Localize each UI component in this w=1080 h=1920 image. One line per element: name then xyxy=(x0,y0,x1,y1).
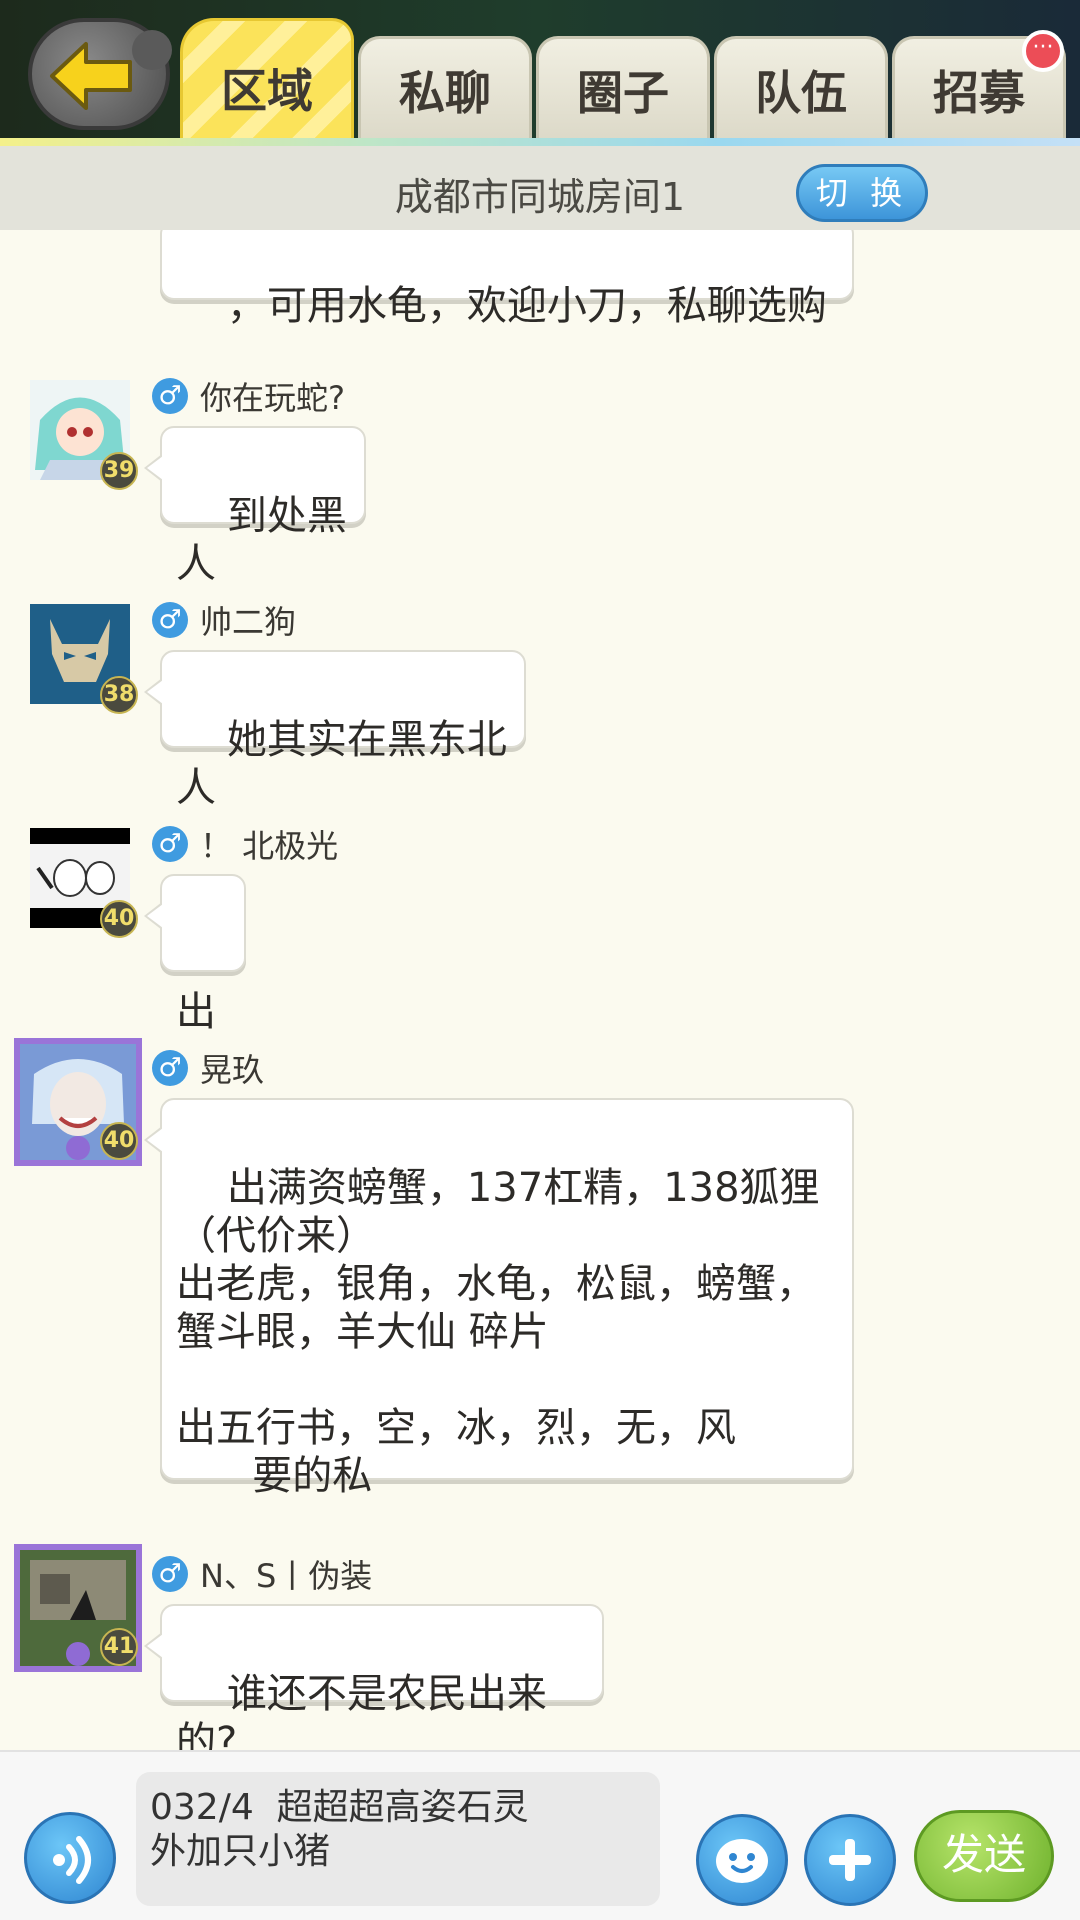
male-icon: ♂ xyxy=(152,378,188,414)
tab-label: 招募 xyxy=(933,65,1025,120)
message-text: 她其实在黑东北人 xyxy=(176,717,507,811)
level-badge: 41 xyxy=(100,1628,138,1666)
male-icon: ♂ xyxy=(152,1050,188,1086)
message-bubble[interactable]: ，可用水龟，欢迎小刀，私聊选购 xyxy=(160,230,854,329)
sender-row: ♂ 你在玩蛇? xyxy=(152,373,345,419)
switch-room-button[interactable]: 切 换 xyxy=(796,164,928,222)
top-nav-bar: 区域 私聊 圈子 队伍 招募 ··· xyxy=(0,0,1080,140)
message-text: 出满资螃蟹，137杠精，138狐狸 （代价来） 出老虎，银角，水龟，松鼠，螃蟹，… xyxy=(176,1165,820,1499)
message-text: 谁还不是农民出来的? xyxy=(176,1671,547,1750)
sender-row: ♂ 帅二狗 xyxy=(152,597,296,643)
male-icon: ♂ xyxy=(152,826,188,862)
sender-name[interactable]: 你在玩蛇? xyxy=(200,373,345,419)
tab-label: 私聊 xyxy=(399,65,491,120)
add-attachment-button[interactable] xyxy=(804,1814,896,1906)
message-bubble[interactable]: 谁还不是农民出来的? xyxy=(144,1604,604,1750)
tab-label: 队伍 xyxy=(755,65,847,120)
message-bubble[interactable]: 出满资螃蟹，137杠精，138狐狸 （代价来） 出老虎，银角，水龟，松鼠，螃蟹，… xyxy=(144,1098,854,1499)
tab-region[interactable]: 区域 xyxy=(180,18,354,140)
tab-team[interactable]: 队伍 xyxy=(714,36,888,140)
notification-badge: ··· xyxy=(1022,30,1064,72)
composer-bar: 发送 xyxy=(0,1750,1080,1920)
tab-label: 圈子 xyxy=(577,65,669,120)
tab-private-chat[interactable]: 私聊 xyxy=(358,36,532,140)
back-button[interactable] xyxy=(28,18,172,130)
male-icon: ♂ xyxy=(152,1556,188,1592)
sender-row: ♂ N、S丨伪装 xyxy=(152,1551,372,1597)
sender-name[interactable]: ！ 北极光 xyxy=(200,821,338,867)
message-text: 到处黑人 xyxy=(176,493,347,587)
message-input[interactable] xyxy=(136,1772,660,1906)
tab-circle[interactable]: 圈子 xyxy=(536,36,710,140)
emoji-button[interactable] xyxy=(696,1814,788,1906)
tab-label: 区域 xyxy=(221,63,313,118)
sender-name[interactable]: N、S丨伪装 xyxy=(200,1551,372,1597)
header-divider xyxy=(0,138,1080,146)
plus-icon xyxy=(829,1839,871,1881)
voice-icon xyxy=(53,1836,91,1884)
level-badge: 39 xyxy=(100,452,138,490)
send-button[interactable]: 发送 xyxy=(914,1810,1054,1902)
male-icon: ♂ xyxy=(152,602,188,638)
message-text: ，可用水龟，欢迎小刀，私聊选购 xyxy=(226,283,827,329)
level-badge: 38 xyxy=(100,676,138,714)
room-bar: 成都市同城房间1 切 换 xyxy=(0,146,1080,230)
message-bubble[interactable]: 到处黑人 xyxy=(144,426,366,587)
message-bubble[interactable]: 出 xyxy=(144,874,246,1035)
sender-name[interactable]: 帅二狗 xyxy=(200,597,296,643)
arrow-left-icon xyxy=(50,42,132,110)
message-bubble[interactable]: 她其实在黑东北人 xyxy=(144,650,526,811)
level-badge: 40 xyxy=(100,900,138,938)
voice-button[interactable] xyxy=(24,1812,116,1904)
message-text: 出 xyxy=(176,989,216,1035)
smiley-icon xyxy=(716,1839,768,1883)
level-badge: 40 xyxy=(100,1122,138,1160)
sender-name[interactable]: 晃玖 xyxy=(200,1045,264,1091)
chat-message-list[interactable]: ，可用水龟，欢迎小刀，私聊选购 39 ♂ 你在玩蛇? 到处黑人 38 ♂ 帅二狗… xyxy=(0,230,1080,1750)
sender-row: ♂ ！ 北极光 xyxy=(152,821,338,867)
sender-row: ♂ 晃玖 xyxy=(152,1045,264,1091)
